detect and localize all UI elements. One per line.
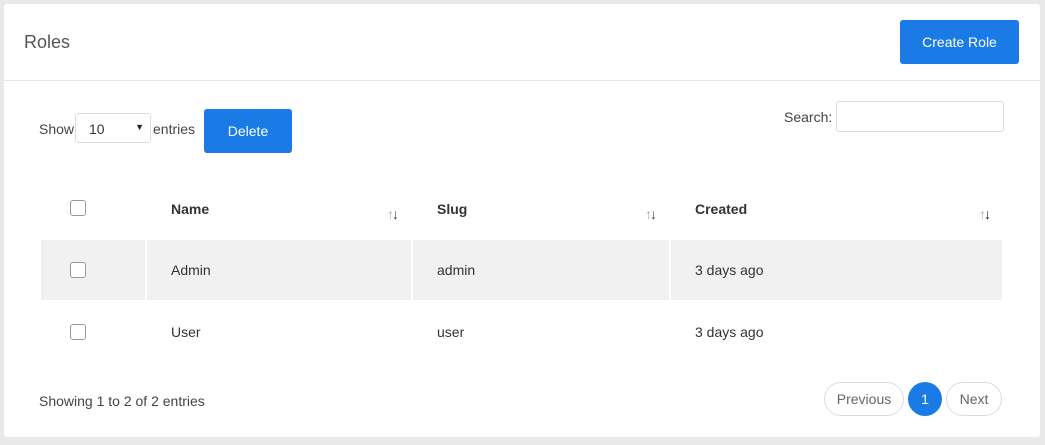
row-checkbox[interactable] [70, 324, 86, 340]
cell-slug: user [437, 324, 465, 340]
roles-card: Roles Create Role Show 10 ▼ entries Dele… [4, 4, 1040, 437]
create-role-button[interactable]: Create Role [900, 20, 1019, 64]
column-header-name[interactable]: Name [171, 201, 209, 217]
column-divider [669, 240, 671, 300]
row-checkbox[interactable] [70, 262, 86, 278]
card-header: Roles Create Role [4, 4, 1040, 81]
column-header-slug[interactable]: Slug [437, 201, 467, 217]
table-row[interactable]: Admin admin 3 days ago [41, 240, 1002, 300]
table-info: Showing 1 to 2 of 2 entries [39, 393, 205, 409]
column-divider [411, 240, 413, 300]
pagination-page-1[interactable]: 1 [908, 382, 942, 416]
search-input[interactable] [836, 101, 1004, 132]
show-label: Show [39, 121, 75, 137]
sort-arrows-icon[interactable]: ↑↓ [645, 206, 657, 222]
cell-name: User [171, 324, 201, 340]
cell-slug: admin [437, 262, 476, 278]
table-row[interactable]: User user 3 days ago [41, 302, 1002, 362]
search-label: Search: [784, 109, 833, 125]
sort-arrows-icon[interactable]: ↑↓ [387, 206, 399, 222]
select-all-checkbox[interactable] [70, 200, 86, 216]
entries-select-value: 10 [89, 121, 105, 137]
pagination-previous[interactable]: Previous [824, 382, 904, 416]
cell-name: Admin [171, 262, 211, 278]
entries-select[interactable]: 10 ▼ [75, 113, 151, 143]
column-divider [145, 240, 147, 300]
page-title: Roles [24, 32, 71, 52]
column-header-created[interactable]: Created [695, 201, 747, 217]
delete-button[interactable]: Delete [204, 109, 292, 153]
cell-created: 3 days ago [695, 324, 764, 340]
cell-created: 3 days ago [695, 262, 764, 278]
entries-label: entries [153, 121, 196, 137]
pagination-next[interactable]: Next [946, 382, 1002, 416]
caret-down-icon: ▼ [135, 122, 144, 132]
sort-arrows-icon[interactable]: ↑↓ [979, 206, 991, 222]
